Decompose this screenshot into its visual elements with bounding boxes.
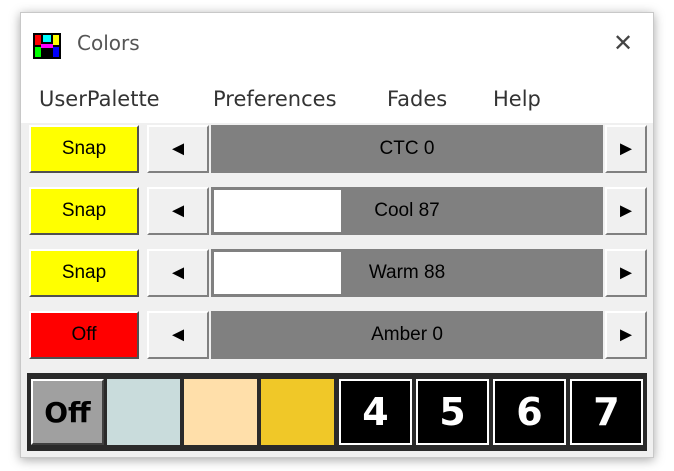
slider-label: Amber 0 bbox=[371, 324, 443, 345]
snap-button[interactable]: Snap bbox=[29, 125, 139, 173]
palette-slot-6[interactable]: 6 bbox=[493, 379, 566, 445]
left-arrow-icon: ◄ bbox=[168, 199, 188, 222]
right-arrow-icon: ► bbox=[616, 323, 636, 346]
decrease-button[interactable]: ◄ bbox=[147, 311, 209, 359]
palette-slot-7[interactable]: 7 bbox=[570, 379, 643, 445]
palette-swatch-gold[interactable] bbox=[261, 379, 334, 445]
palette-swatch-peach[interactable] bbox=[184, 379, 257, 445]
menu-bar: UserPalette Preferences Fades Help bbox=[21, 77, 653, 123]
decrease-button[interactable]: ◄ bbox=[147, 187, 209, 235]
increase-button[interactable]: ► bbox=[605, 311, 647, 359]
palette-swatch-light-blue[interactable] bbox=[107, 379, 180, 445]
app-icon bbox=[33, 33, 61, 59]
level-slider[interactable]: Amber 0 bbox=[211, 311, 603, 359]
close-button[interactable]: ✕ bbox=[593, 13, 653, 73]
colors-window: Colors ✕ UserPalette Preferences Fades H… bbox=[20, 12, 654, 458]
color-row-amber: Off ◄ Amber 0 ► bbox=[29, 311, 647, 361]
level-slider[interactable]: Warm 88 bbox=[211, 249, 603, 297]
snap-button[interactable]: Snap bbox=[29, 187, 139, 235]
menu-fades[interactable]: Fades bbox=[387, 87, 447, 111]
palette-bar: Off 4 5 6 7 bbox=[27, 373, 647, 451]
palette-slot-5[interactable]: 5 bbox=[416, 379, 489, 445]
off-button[interactable]: Off bbox=[29, 311, 139, 359]
level-slider[interactable]: CTC 0 bbox=[211, 125, 603, 173]
menu-userpalette[interactable]: UserPalette bbox=[39, 87, 160, 111]
palette-off-button[interactable]: Off bbox=[31, 379, 104, 445]
slider-label: Warm 88 bbox=[368, 262, 446, 283]
menu-help[interactable]: Help bbox=[493, 87, 541, 111]
left-arrow-icon: ◄ bbox=[168, 137, 188, 160]
color-row-warm: Snap ◄ Warm 88 ► bbox=[29, 249, 647, 299]
right-arrow-icon: ► bbox=[616, 137, 636, 160]
color-row-ctc: Snap ◄ CTC 0 ► bbox=[29, 125, 647, 175]
palette-slot-4[interactable]: 4 bbox=[339, 379, 412, 445]
right-arrow-icon: ► bbox=[616, 199, 636, 222]
slider-label: Cool 87 bbox=[374, 200, 440, 221]
close-icon: ✕ bbox=[612, 29, 634, 57]
level-slider[interactable]: Cool 87 bbox=[211, 187, 603, 235]
increase-button[interactable]: ► bbox=[605, 125, 647, 173]
increase-button[interactable]: ► bbox=[605, 187, 647, 235]
window-title: Colors bbox=[77, 31, 140, 55]
left-arrow-icon: ◄ bbox=[168, 261, 188, 284]
snap-button[interactable]: Snap bbox=[29, 249, 139, 297]
decrease-button[interactable]: ◄ bbox=[147, 249, 209, 297]
decrease-button[interactable]: ◄ bbox=[147, 125, 209, 173]
increase-button[interactable]: ► bbox=[605, 249, 647, 297]
menu-preferences[interactable]: Preferences bbox=[213, 87, 337, 111]
left-arrow-icon: ◄ bbox=[168, 323, 188, 346]
title-bar[interactable]: Colors ✕ bbox=[21, 13, 653, 77]
slider-label: CTC 0 bbox=[379, 138, 435, 159]
right-arrow-icon: ► bbox=[616, 261, 636, 284]
color-row-cool: Snap ◄ Cool 87 ► bbox=[29, 187, 647, 237]
